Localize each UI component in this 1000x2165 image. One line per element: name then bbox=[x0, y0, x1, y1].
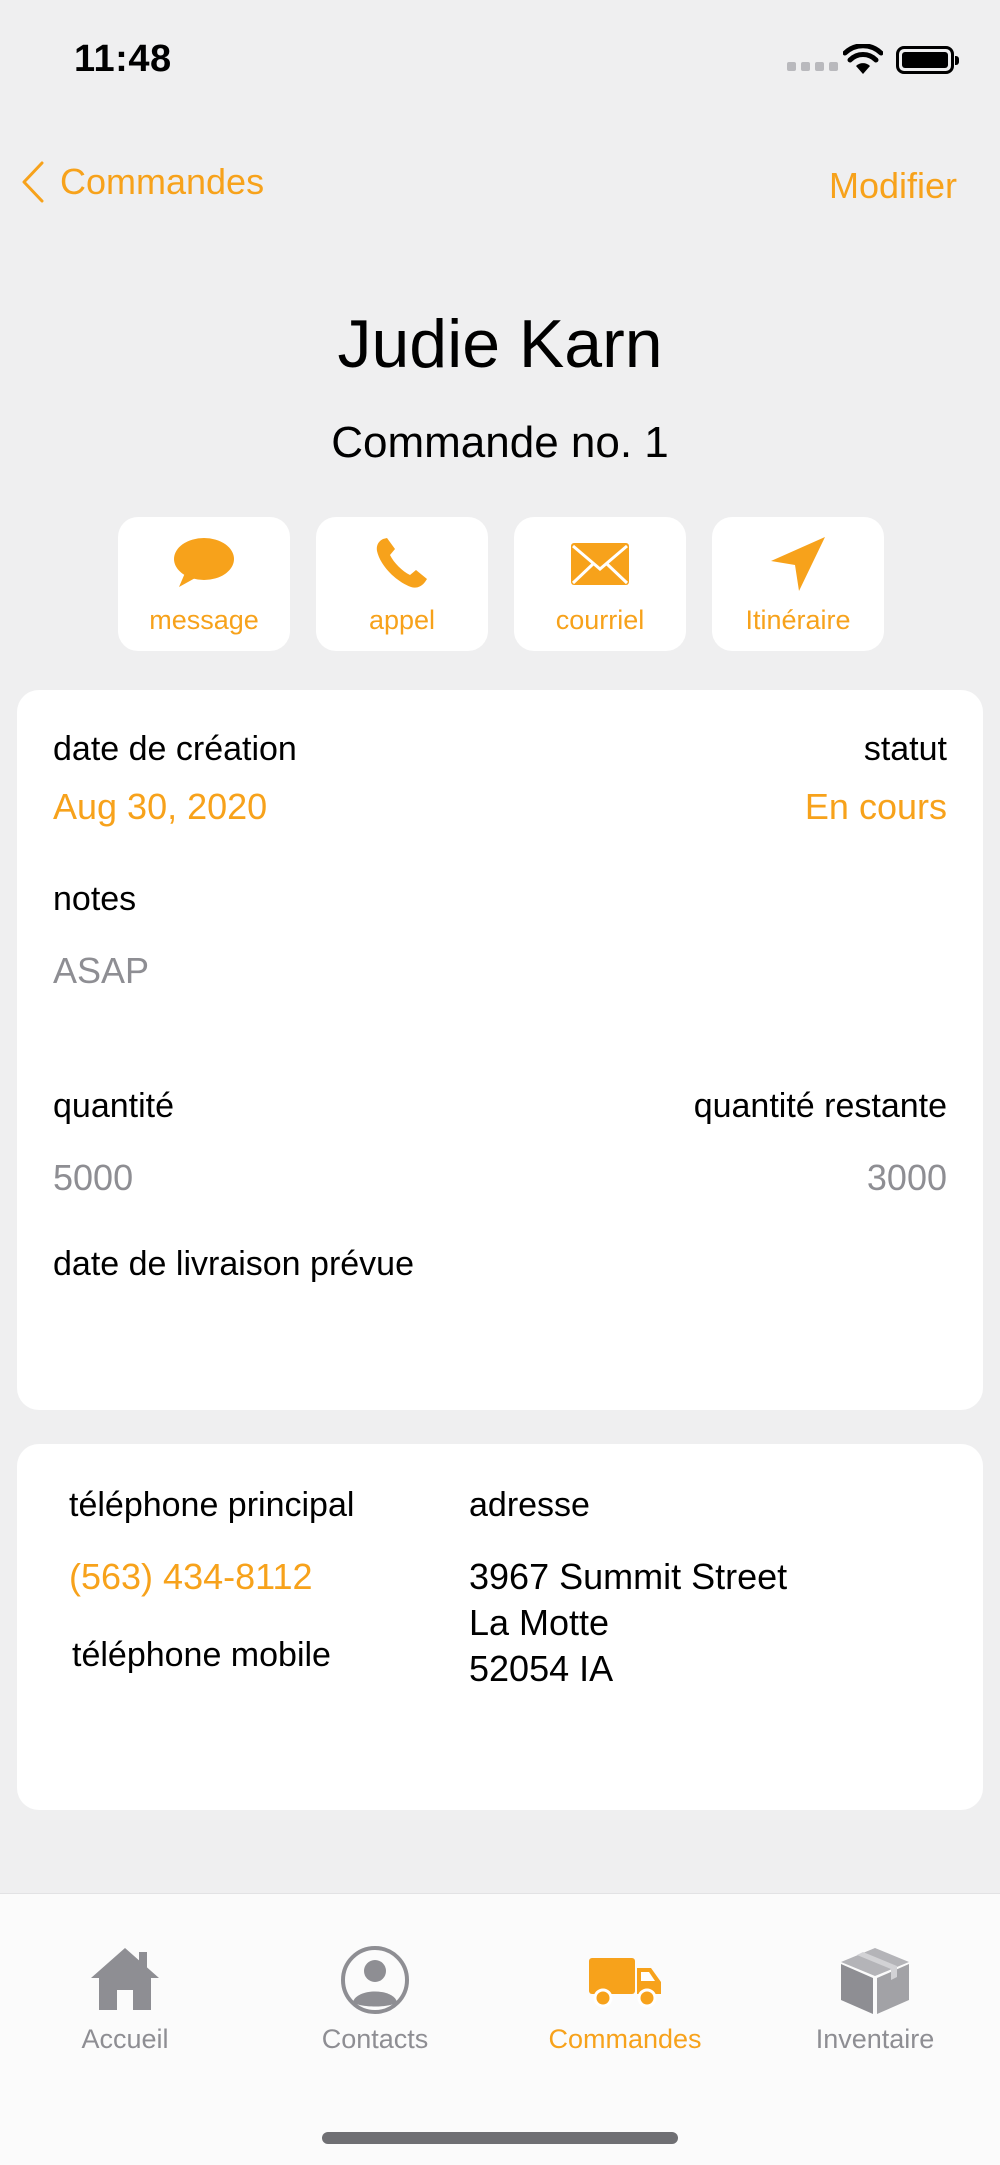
tab-commandes-label: Commandes bbox=[548, 2024, 702, 2054]
edit-button[interactable]: Modifier bbox=[829, 165, 957, 207]
tab-bar: Accueil Contacts Commandes Inventaire bbox=[0, 1893, 1000, 2165]
email-label: courriel bbox=[555, 605, 645, 635]
address-line-2: La Motte bbox=[469, 1602, 610, 1643]
location-arrow-icon bbox=[771, 537, 825, 591]
mobile-phone-label: téléphone mobile bbox=[72, 1636, 331, 1674]
home-indicator[interactable] bbox=[322, 2132, 678, 2144]
status-bar: 11:48 bbox=[0, 0, 1000, 120]
address-line-1: 3967 Summit Street bbox=[469, 1556, 788, 1597]
house-icon bbox=[91, 1948, 159, 2010]
action-buttons: message appel courriel Itinéraire bbox=[118, 517, 884, 651]
contact-details-card: téléphone principal (563) 434-8112 télép… bbox=[17, 1444, 983, 1810]
wifi-icon bbox=[843, 44, 883, 74]
status-label: statut bbox=[863, 730, 947, 768]
cellular-signal-icon bbox=[787, 62, 838, 71]
phone-icon bbox=[376, 538, 427, 588]
notes-value: ASAP bbox=[53, 950, 150, 991]
chevron-left-icon bbox=[22, 161, 44, 203]
envelope-icon bbox=[571, 543, 629, 585]
address-line-3: 52054 IA bbox=[469, 1648, 614, 1689]
status-value[interactable]: En cours bbox=[805, 786, 947, 828]
battery-icon bbox=[896, 46, 959, 74]
main-phone-label: téléphone principal bbox=[69, 1486, 355, 1524]
remaining-quantity-label: quantité restante bbox=[693, 1087, 947, 1125]
call-button[interactable]: appel bbox=[316, 517, 488, 651]
creation-date-value[interactable]: Aug 30, 2020 bbox=[53, 786, 267, 828]
tab-accueil-label: Accueil bbox=[81, 2024, 169, 2054]
box-icon bbox=[841, 1948, 909, 2014]
call-label: appel bbox=[368, 605, 436, 635]
creation-date-label: date de création bbox=[53, 730, 297, 768]
directions-button[interactable]: Itinéraire bbox=[712, 517, 884, 651]
tab-contacts[interactable]: Contacts bbox=[250, 1944, 500, 2055]
delivery-date-label: date de livraison prévue bbox=[53, 1245, 415, 1283]
truck-icon bbox=[589, 1958, 661, 2008]
tab-inventaire-label: Inventaire bbox=[815, 2024, 935, 2054]
quantity-label: quantité bbox=[53, 1087, 174, 1125]
email-button[interactable]: courriel bbox=[514, 517, 686, 651]
message-label: message bbox=[149, 605, 259, 635]
remaining-quantity-value: 3000 bbox=[866, 1157, 947, 1198]
back-button[interactable]: Commandes bbox=[20, 160, 264, 204]
person-circle-icon bbox=[341, 1946, 409, 2014]
order-details-card: date de création Aug 30, 2020 statut En … bbox=[17, 690, 983, 1410]
contact-name: Judie Karn bbox=[337, 306, 663, 382]
main-phone-value[interactable]: (563) 434-8112 bbox=[69, 1556, 313, 1598]
message-bubble-icon bbox=[174, 538, 234, 587]
notes-label: notes bbox=[53, 880, 137, 918]
tab-commandes[interactable]: Commandes bbox=[500, 1944, 750, 2055]
tab-inventaire[interactable]: Inventaire bbox=[750, 1944, 1000, 2055]
order-number: Commande no. 1 bbox=[331, 418, 669, 467]
message-button[interactable]: message bbox=[118, 517, 290, 651]
directions-label: Itinéraire bbox=[745, 605, 851, 635]
tab-accueil[interactable]: Accueil bbox=[0, 1944, 250, 2055]
address-label: adresse bbox=[469, 1486, 590, 1524]
quantity-value: 5000 bbox=[53, 1157, 134, 1198]
back-button-label: Commandes bbox=[60, 161, 265, 202]
tab-contacts-label: Contacts bbox=[321, 2024, 429, 2054]
status-time: 11:48 bbox=[74, 38, 172, 80]
